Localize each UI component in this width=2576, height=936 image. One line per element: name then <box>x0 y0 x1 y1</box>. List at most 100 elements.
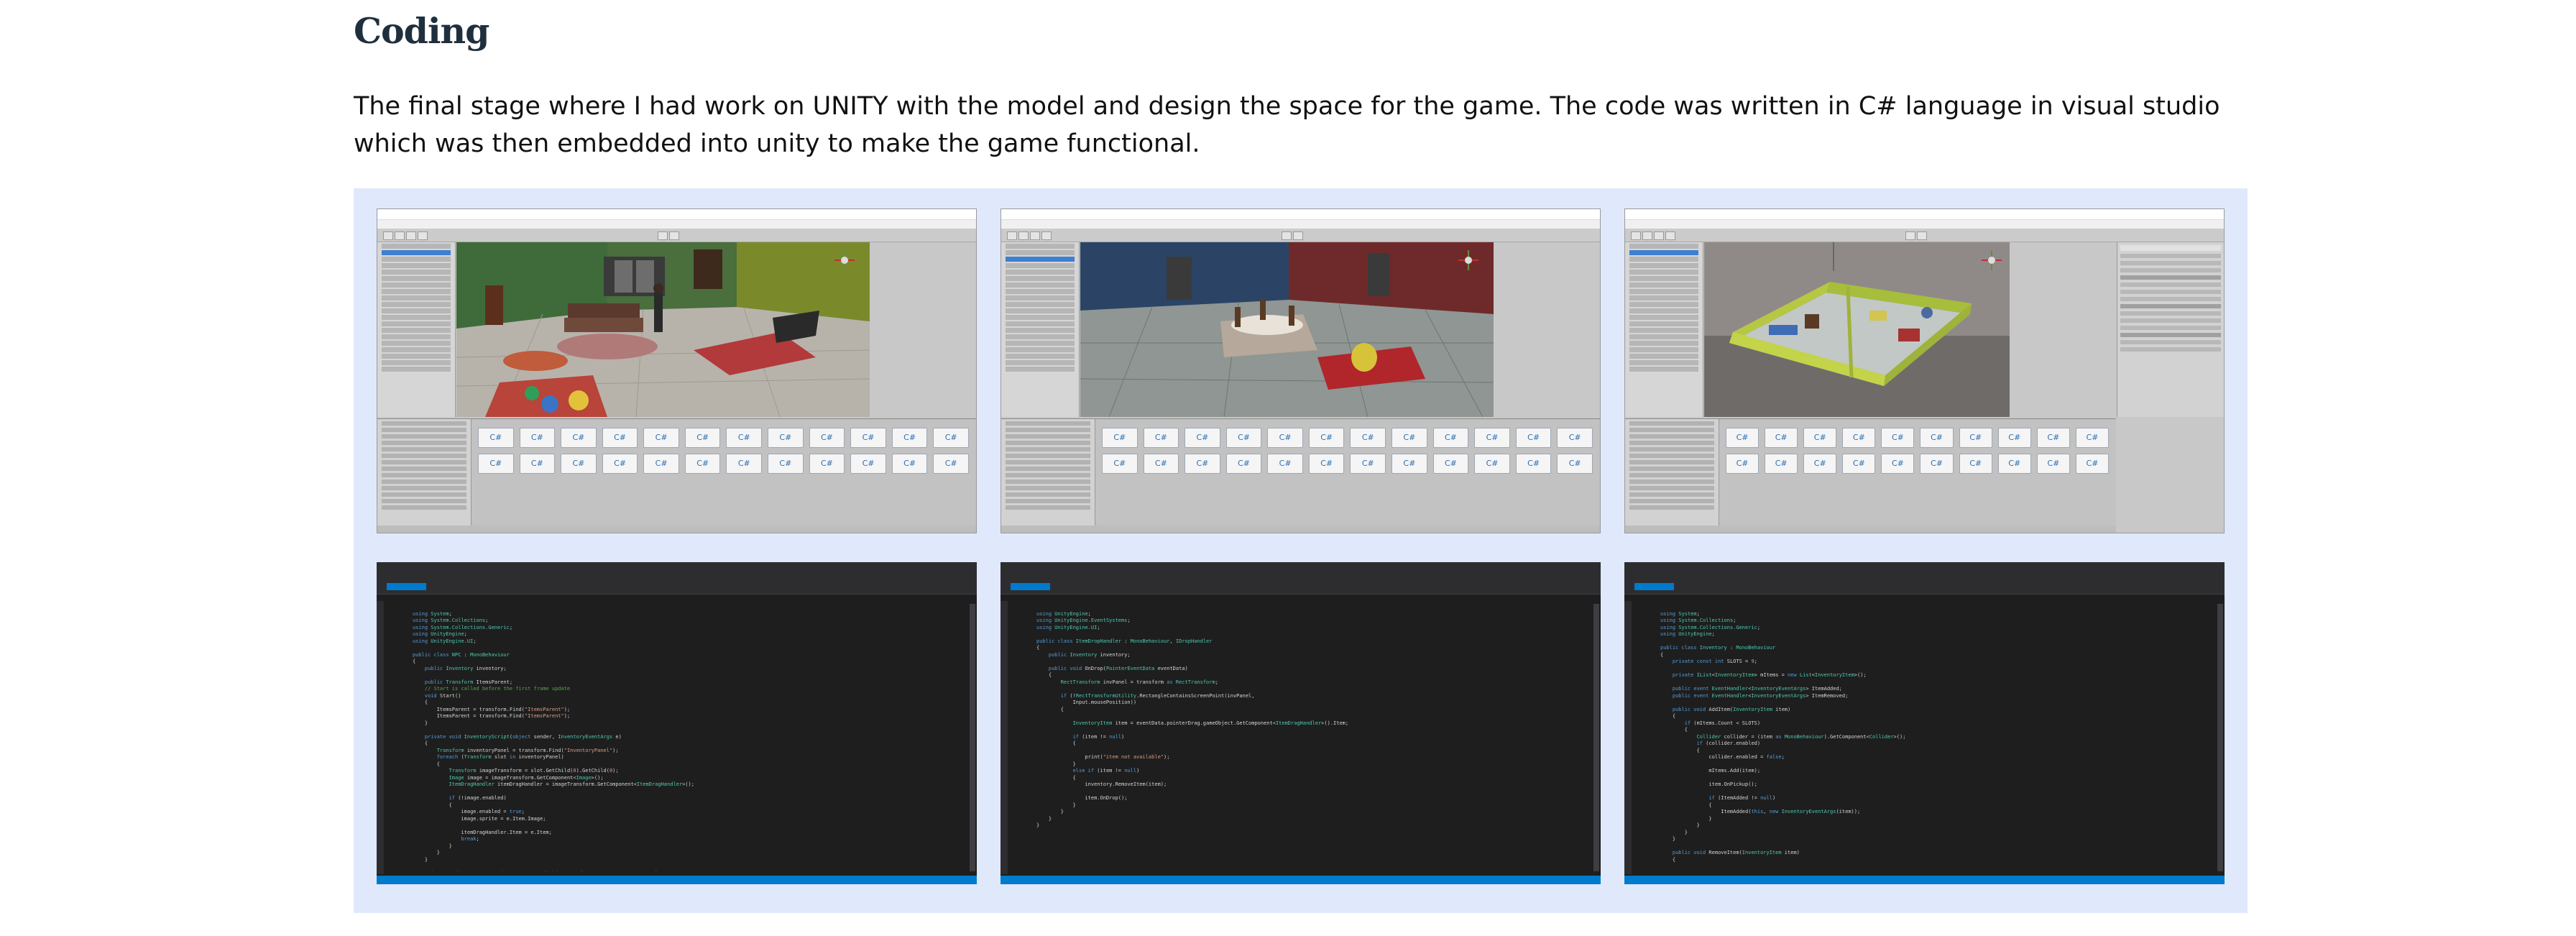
csharp-script-icon[interactable]: C# <box>1102 428 1138 448</box>
csharp-script-icon[interactable]: C# <box>1474 454 1510 474</box>
csharp-script-icon[interactable]: C# <box>1267 454 1303 474</box>
window-title-bar <box>1000 562 1601 572</box>
csharp-script-icon[interactable]: C# <box>1267 428 1303 448</box>
editor-tab[interactable] <box>1634 583 1674 590</box>
csharp-script-icon[interactable]: C# <box>1392 428 1427 448</box>
csharp-script-icon[interactable]: C# <box>1765 428 1798 448</box>
editor-tab[interactable] <box>387 583 426 590</box>
unity-screenshot-1[interactable]: C# C# C# C# C# C# C# C# C# C# C# C# C# C… <box>377 208 977 533</box>
csharp-script-icon[interactable]: C# <box>1959 454 1992 474</box>
toolbar <box>377 229 976 242</box>
menu-bar <box>1625 220 2224 229</box>
scrollbar[interactable] <box>970 604 975 871</box>
window-title-bar <box>1624 562 2225 572</box>
csharp-script-icon[interactable]: C# <box>933 454 969 474</box>
csharp-script-icon[interactable]: C# <box>726 428 763 448</box>
scrollbar[interactable] <box>1593 604 1599 871</box>
csharp-script-icon[interactable]: C# <box>768 428 804 448</box>
csharp-script-icon[interactable]: C# <box>1184 454 1220 474</box>
csharp-script-icon[interactable]: C# <box>519 428 556 448</box>
csharp-script-icon[interactable]: C# <box>1515 454 1552 474</box>
csharp-script-icon[interactable]: C# <box>643 454 679 474</box>
code-editor[interactable]: using System; using System.Collections; … <box>387 604 968 872</box>
hierarchy-panel <box>1001 242 1080 417</box>
hierarchy-panel <box>1625 242 1703 417</box>
hierarchy-panel <box>377 242 456 417</box>
csharp-script-icon[interactable]: C# <box>1143 454 1179 474</box>
csharp-script-icon[interactable]: C# <box>809 428 845 448</box>
csharp-script-icon[interactable]: C# <box>1308 428 1345 448</box>
csharp-script-icon[interactable]: C# <box>643 428 679 448</box>
csharp-script-icon[interactable]: C# <box>1726 454 1760 474</box>
csharp-script-icon[interactable]: C# <box>561 454 597 474</box>
csharp-script-icon[interactable]: C# <box>1308 454 1345 474</box>
status-bar <box>377 876 977 884</box>
csharp-script-icon[interactable]: C# <box>891 428 928 448</box>
csharp-script-icon[interactable]: C# <box>2075 428 2109 448</box>
csharp-script-icon[interactable]: C# <box>1515 428 1552 448</box>
csharp-script-icon[interactable]: C# <box>602 428 638 448</box>
csharp-script-icon[interactable]: C# <box>1557 428 1593 448</box>
csharp-script-icon[interactable]: C# <box>1432 454 1469 474</box>
csharp-script-icon[interactable]: C# <box>519 454 556 474</box>
csharp-script-icon[interactable]: C# <box>1842 454 1876 474</box>
csharp-script-icon[interactable]: C# <box>1392 454 1427 474</box>
csharp-script-icon[interactable]: C# <box>684 454 721 474</box>
menu-bar <box>377 572 977 581</box>
csharp-script-icon[interactable]: C# <box>1803 428 1837 448</box>
toolbar <box>1000 581 1601 595</box>
window-title-bar <box>1001 209 1600 220</box>
csharp-script-icon[interactable]: C# <box>768 454 804 474</box>
toolbar <box>1001 229 1600 242</box>
csharp-script-icon[interactable]: C# <box>850 428 886 448</box>
unity-screenshot-2[interactable]: C# C# C# C# C# C# C# C# C# C# C# C# C# C… <box>1000 208 1601 533</box>
scrollbar[interactable] <box>2217 604 2223 871</box>
csharp-script-icon[interactable]: C# <box>1803 454 1837 474</box>
csharp-script-icon[interactable]: C# <box>1959 428 1992 448</box>
visual-studio-screenshot-1[interactable]: using System; using System.Collections; … <box>377 562 977 884</box>
csharp-script-icon[interactable]: C# <box>684 428 721 448</box>
csharp-script-icon[interactable]: C# <box>1432 428 1469 448</box>
unity-screenshot-3[interactable]: C# C# C# C# C# C# C# C# C# C# C# C# C# C… <box>1624 208 2225 533</box>
csharp-script-icon[interactable]: C# <box>1920 428 1954 448</box>
csharp-script-icon[interactable]: C# <box>933 428 969 448</box>
editor-tab[interactable] <box>1011 583 1050 590</box>
inspector-panel <box>2117 242 2224 417</box>
code-editor[interactable]: using UnityEngine; using UnityEngine.Eve… <box>1011 604 1592 871</box>
csharp-script-icon[interactable]: C# <box>1765 454 1798 474</box>
csharp-script-icon[interactable]: C# <box>1184 428 1220 448</box>
csharp-script-icon[interactable]: C# <box>809 454 845 474</box>
scene-view-house-overview <box>1704 242 2010 417</box>
csharp-script-icon[interactable]: C# <box>561 428 597 448</box>
code-editor[interactable]: using System; using System.Collections; … <box>1634 604 2216 871</box>
csharp-script-icon[interactable]: C# <box>1225 428 1262 448</box>
csharp-script-icon[interactable]: C# <box>1920 454 1954 474</box>
csharp-script-icon[interactable]: C# <box>478 454 514 474</box>
csharp-script-icon[interactable]: C# <box>1881 428 1915 448</box>
visual-studio-screenshot-3[interactable]: using System; using System.Collections; … <box>1624 562 2225 884</box>
toolbar <box>1625 229 2224 242</box>
csharp-script-icon[interactable]: C# <box>2075 454 2109 474</box>
csharp-script-icon[interactable]: C# <box>1557 454 1593 474</box>
csharp-script-icon[interactable]: C# <box>1350 454 1386 474</box>
csharp-script-icon[interactable]: C# <box>726 454 763 474</box>
csharp-script-icon[interactable]: C# <box>1997 428 2031 448</box>
csharp-script-icon[interactable]: C# <box>1102 454 1138 474</box>
csharp-script-icon[interactable]: C# <box>1997 454 2031 474</box>
csharp-script-icon[interactable]: C# <box>1350 428 1386 448</box>
csharp-script-icon[interactable]: C# <box>2036 454 2070 474</box>
csharp-script-icon[interactable]: C# <box>1143 428 1179 448</box>
csharp-script-icon[interactable]: C# <box>1225 454 1262 474</box>
csharp-script-icon[interactable]: C# <box>850 454 886 474</box>
screenshot-gallery: C# C# C# C# C# C# C# C# C# C# C# C# C# C… <box>354 188 2248 913</box>
side-toolbox <box>1624 601 1632 874</box>
csharp-script-icon[interactable]: C# <box>1881 454 1915 474</box>
csharp-script-icon[interactable]: C# <box>602 454 638 474</box>
csharp-script-icon[interactable]: C# <box>1726 428 1760 448</box>
csharp-script-icon[interactable]: C# <box>891 454 928 474</box>
csharp-script-icon[interactable]: C# <box>2036 428 2070 448</box>
csharp-script-icon[interactable]: C# <box>478 428 514 448</box>
csharp-script-icon[interactable]: C# <box>1474 428 1510 448</box>
visual-studio-screenshot-2[interactable]: using UnityEngine; using UnityEngine.Eve… <box>1000 562 1601 884</box>
csharp-script-icon[interactable]: C# <box>1842 428 1876 448</box>
